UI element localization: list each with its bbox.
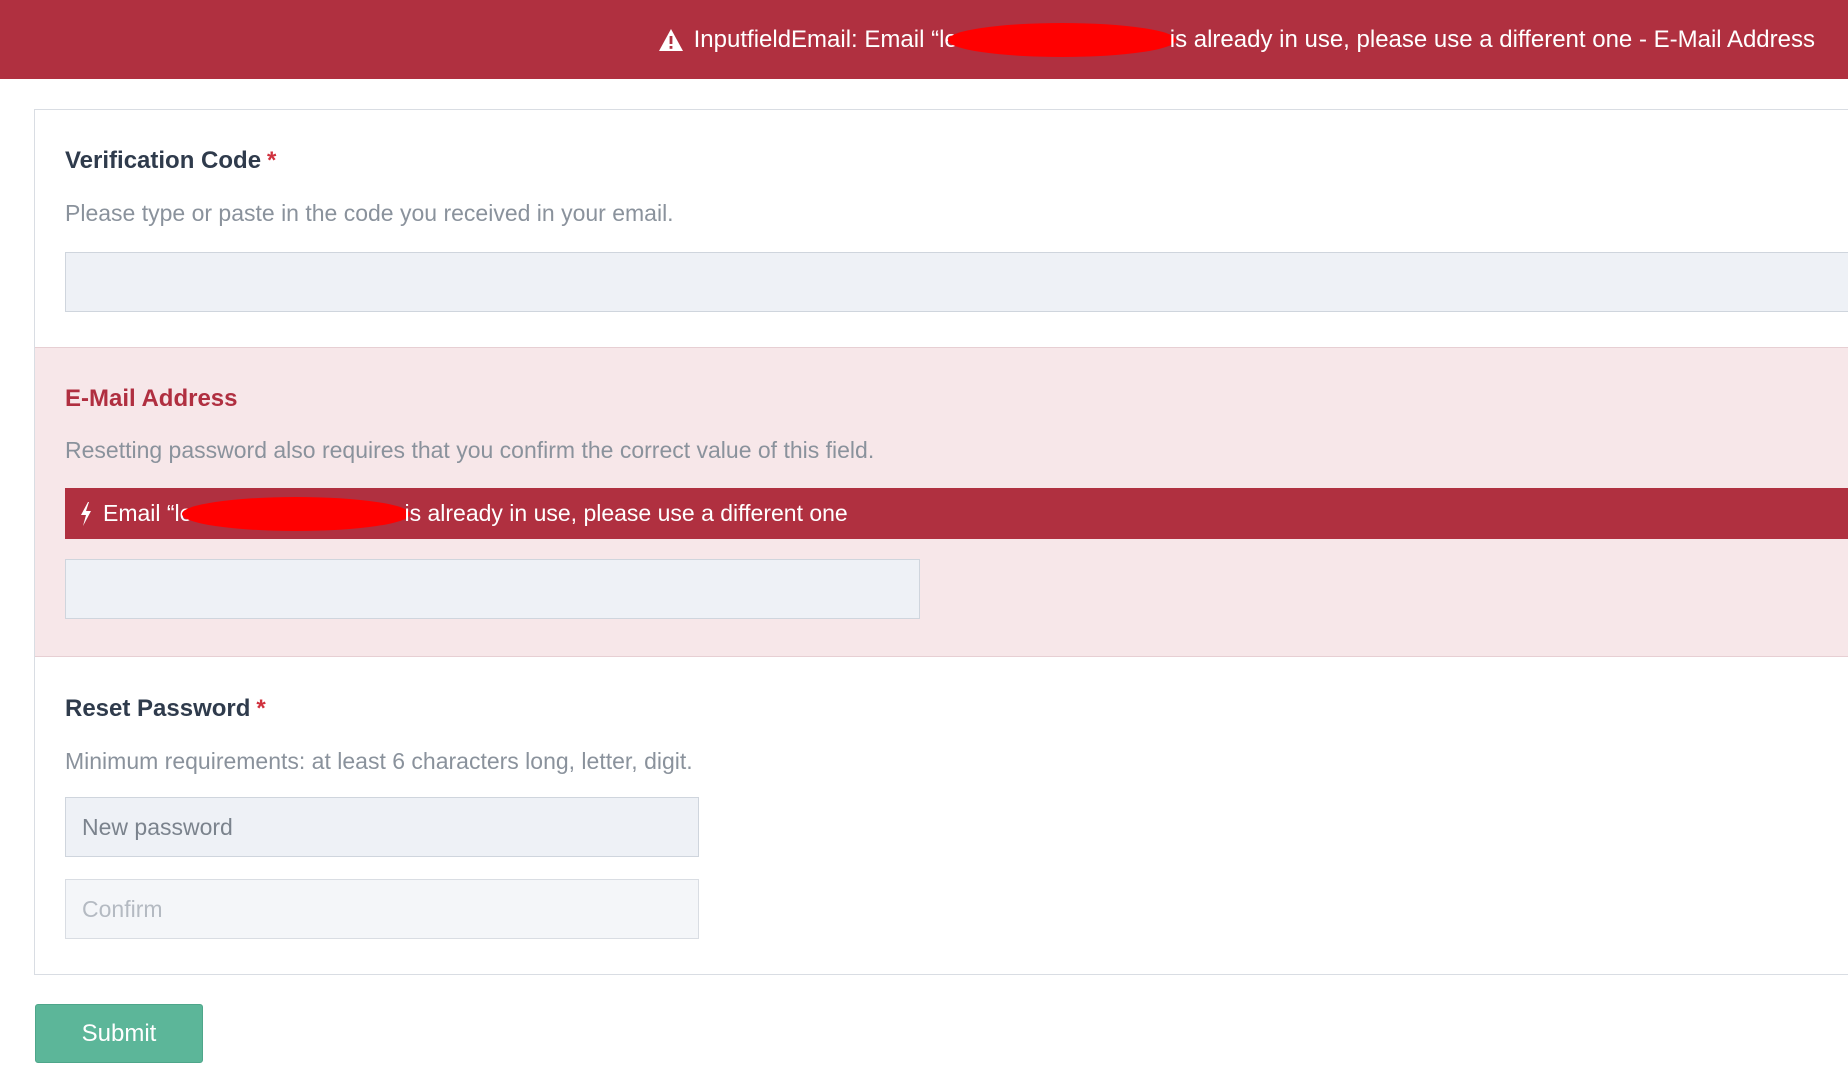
email-error-message: Email “le is already in use, please use … xyxy=(65,488,1848,539)
email-error-suffix: is already in use, please use a differen… xyxy=(404,500,848,526)
reset-password-label-text: Reset Password xyxy=(65,695,251,722)
email-error-prefix: Email “le xyxy=(103,500,193,526)
verification-code-help: Please type or paste in the code you rec… xyxy=(65,200,674,226)
error-banner: InputfieldEmail: Email “le is already in… xyxy=(0,0,1848,79)
confirm-password-input[interactable] xyxy=(65,879,699,939)
verification-code-section: Verification Code * Please type or paste … xyxy=(35,110,1848,347)
required-marker: * xyxy=(267,147,277,174)
redaction-mark xyxy=(947,22,1176,57)
banner-message-suffix: is already in use, please use a differen… xyxy=(1169,25,1815,53)
bolt-icon xyxy=(81,501,91,526)
banner-message-prefix: InputfieldEmail: Email “le xyxy=(693,25,958,53)
required-marker: * xyxy=(256,695,266,722)
warning-icon xyxy=(658,28,683,51)
verification-code-label-text: Verification Code xyxy=(65,147,262,174)
new-password-input[interactable] xyxy=(65,797,699,857)
redaction-mark xyxy=(182,496,411,531)
reset-password-section: Reset Password * Minimum requirements: at… xyxy=(35,657,1848,975)
email-section: E-Mail Address Resetting password also r… xyxy=(35,347,1848,657)
verification-code-label: Verification Code * xyxy=(65,147,276,175)
banner-message: InputfieldEmail: Email “le is already in… xyxy=(693,22,1815,57)
email-field[interactable] xyxy=(65,559,920,619)
reset-password-label: Reset Password * xyxy=(65,695,266,723)
email-help: Resetting password also requires that yo… xyxy=(65,437,875,463)
email-label: E-Mail Address xyxy=(65,385,238,412)
reset-password-help: Minimum requirements: at least 6 charact… xyxy=(65,748,693,774)
reset-form: Verification Code * Please type or paste … xyxy=(34,109,1848,975)
submit-button[interactable]: Submit xyxy=(35,1004,203,1063)
verification-code-input[interactable] xyxy=(65,252,1848,312)
